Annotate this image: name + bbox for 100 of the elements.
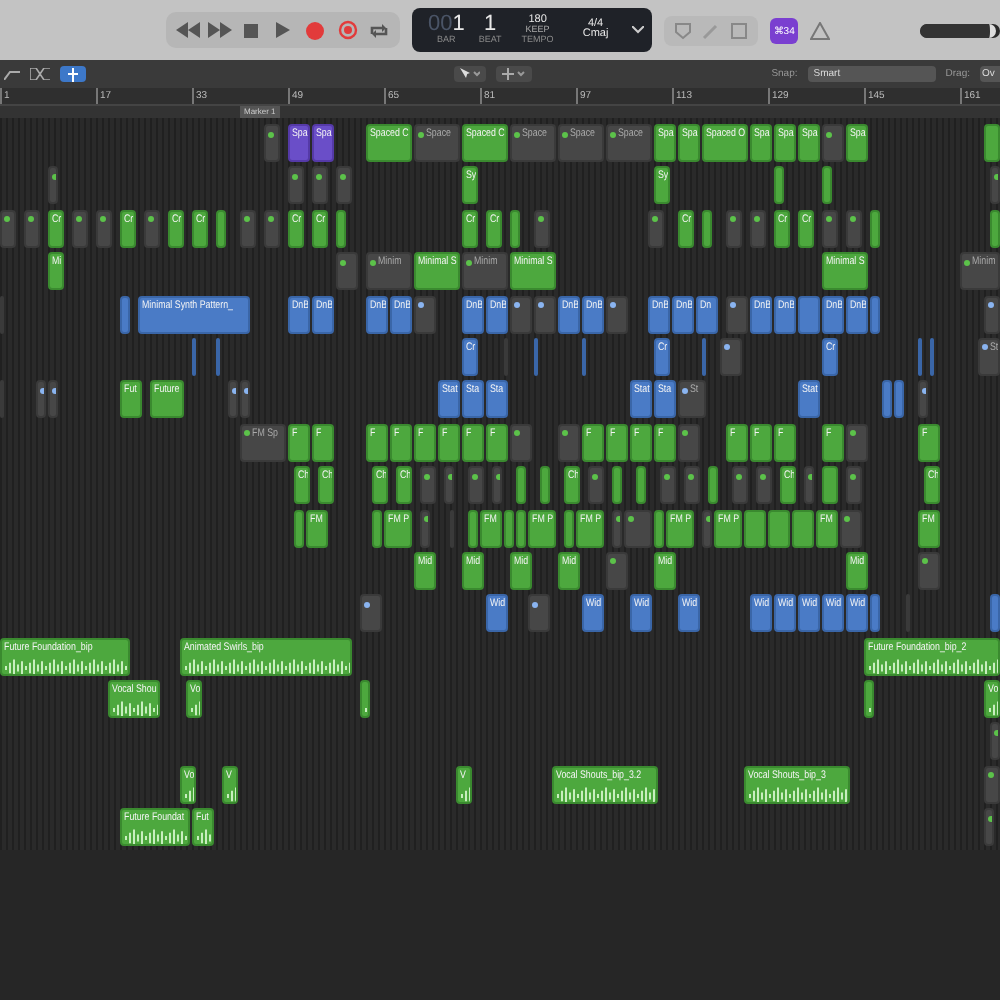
empty-region[interactable] bbox=[0, 209, 16, 248]
empty-region[interactable] bbox=[36, 380, 46, 419]
midi-region[interactable] bbox=[564, 509, 574, 548]
midi-region[interactable] bbox=[516, 466, 526, 505]
warning-icon[interactable] bbox=[810, 21, 831, 39]
empty-region[interactable] bbox=[510, 423, 532, 462]
empty-region[interactable] bbox=[678, 423, 700, 462]
midi-region[interactable] bbox=[294, 509, 304, 548]
add-tool-menu[interactable] bbox=[495, 66, 532, 82]
midi-region[interactable] bbox=[612, 466, 622, 505]
midi-region[interactable] bbox=[510, 209, 520, 248]
empty-region[interactable] bbox=[804, 466, 814, 505]
empty-region[interactable] bbox=[606, 551, 628, 590]
pattern-region[interactable] bbox=[894, 380, 904, 419]
empty-region[interactable] bbox=[756, 466, 772, 505]
empty-region[interactable] bbox=[606, 295, 628, 334]
empty-region[interactable] bbox=[660, 466, 676, 505]
empty-region[interactable] bbox=[990, 722, 1000, 761]
empty-region[interactable] bbox=[312, 166, 328, 205]
midi-region[interactable] bbox=[216, 209, 226, 248]
midi-region[interactable] bbox=[744, 509, 766, 548]
empty-region[interactable] bbox=[684, 466, 700, 505]
midi-region[interactable] bbox=[990, 209, 1000, 248]
empty-region[interactable] bbox=[414, 295, 436, 334]
empty-region[interactable] bbox=[144, 209, 160, 248]
dot-icon bbox=[472, 473, 478, 480]
empty-region[interactable] bbox=[48, 380, 58, 419]
empty-region[interactable] bbox=[846, 209, 862, 248]
empty-region[interactable] bbox=[984, 808, 994, 847]
pattern-region[interactable] bbox=[990, 594, 1000, 633]
midi-region[interactable] bbox=[870, 209, 880, 248]
midi-region[interactable] bbox=[540, 466, 550, 505]
empty-region[interactable] bbox=[750, 209, 766, 248]
empty-region[interactable] bbox=[648, 209, 664, 248]
empty-region[interactable] bbox=[336, 252, 358, 291]
empty-region[interactable] bbox=[492, 466, 502, 505]
empty-region[interactable] bbox=[846, 466, 862, 505]
empty-region[interactable] bbox=[612, 509, 622, 548]
empty-region[interactable] bbox=[984, 765, 1000, 804]
beat-number: 1 bbox=[484, 14, 497, 37]
empty-region[interactable] bbox=[732, 466, 748, 505]
split-icon[interactable] bbox=[30, 68, 50, 80]
empty-region[interactable] bbox=[240, 380, 250, 419]
empty-region[interactable] bbox=[288, 166, 304, 205]
midi-region[interactable] bbox=[768, 509, 790, 548]
midi-region[interactable] bbox=[774, 166, 784, 205]
empty-region[interactable] bbox=[360, 594, 382, 633]
catch-button[interactable] bbox=[60, 66, 86, 82]
empty-region[interactable] bbox=[24, 209, 40, 248]
midi-region[interactable] bbox=[516, 509, 526, 548]
empty-region[interactable] bbox=[240, 209, 256, 248]
empty-region[interactable] bbox=[528, 594, 550, 633]
empty-region[interactable] bbox=[726, 295, 748, 334]
midi-region[interactable] bbox=[336, 209, 346, 248]
empty-region[interactable] bbox=[726, 209, 742, 248]
midi-region[interactable] bbox=[702, 209, 712, 248]
empty-region[interactable] bbox=[96, 209, 112, 248]
empty-region[interactable] bbox=[588, 466, 604, 505]
empty-region[interactable] bbox=[534, 295, 556, 334]
empty-region[interactable] bbox=[990, 166, 1000, 205]
pattern-region[interactable] bbox=[120, 295, 130, 334]
empty-region[interactable] bbox=[840, 509, 862, 548]
empty-region[interactable] bbox=[984, 295, 1000, 334]
empty-region[interactable] bbox=[702, 509, 712, 548]
empty-region[interactable] bbox=[444, 466, 454, 505]
pointer-tool-menu[interactable] bbox=[453, 66, 486, 82]
empty-region[interactable] bbox=[534, 209, 550, 248]
empty-region[interactable] bbox=[228, 380, 238, 419]
empty-region[interactable] bbox=[264, 209, 280, 248]
midi-region[interactable] bbox=[822, 166, 832, 205]
empty-region[interactable] bbox=[846, 423, 868, 462]
empty-region[interactable] bbox=[624, 509, 652, 548]
empty-region[interactable] bbox=[336, 166, 352, 205]
midi-region[interactable] bbox=[504, 509, 514, 548]
midi-region[interactable] bbox=[468, 509, 478, 548]
empty-region[interactable] bbox=[918, 380, 928, 419]
midi-region[interactable] bbox=[636, 466, 646, 505]
empty-region[interactable] bbox=[468, 466, 484, 505]
empty-region[interactable] bbox=[720, 337, 742, 376]
empty-region[interactable] bbox=[72, 209, 88, 248]
pattern-region[interactable] bbox=[798, 295, 820, 334]
midi-region[interactable] bbox=[372, 509, 382, 548]
empty-region[interactable] bbox=[822, 124, 844, 162]
empty-region[interactable] bbox=[558, 423, 580, 462]
midi-region[interactable] bbox=[822, 466, 838, 505]
midi-region[interactable] bbox=[708, 466, 718, 505]
empty-region[interactable] bbox=[510, 295, 532, 334]
audio-region[interactable] bbox=[360, 680, 370, 719]
midi-region[interactable] bbox=[654, 509, 664, 548]
empty-region[interactable] bbox=[48, 166, 58, 205]
curve-icon[interactable] bbox=[4, 68, 20, 80]
midi-region[interactable] bbox=[792, 509, 814, 548]
empty-region[interactable] bbox=[420, 509, 430, 548]
pattern-region[interactable] bbox=[882, 380, 892, 419]
pattern-region[interactable] bbox=[870, 594, 880, 633]
empty-region[interactable] bbox=[420, 466, 436, 505]
empty-region[interactable] bbox=[822, 209, 838, 248]
empty-region[interactable] bbox=[264, 124, 280, 162]
pattern-region[interactable] bbox=[870, 295, 880, 334]
audio-region[interactable] bbox=[864, 680, 874, 719]
